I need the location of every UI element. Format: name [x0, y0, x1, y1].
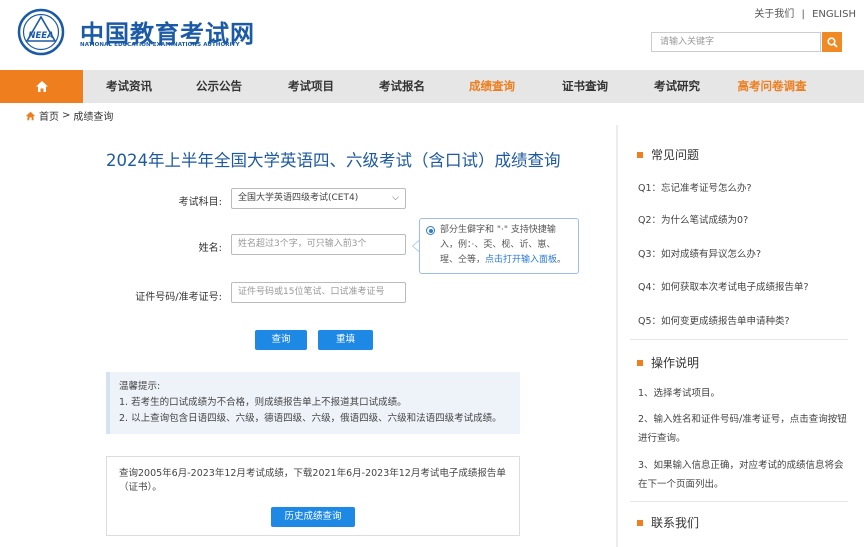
notice-title: 温馨提示:	[119, 381, 161, 392]
nav-item-exam-news[interactable]: 考试资讯	[88, 70, 170, 103]
breadcrumb-home[interactable]: 首页	[39, 108, 59, 123]
faq-item-1[interactable]: Q1：忘记准考证号怎么办?	[638, 180, 752, 194]
open-input-panel-link[interactable]: 点击打开输入面板	[485, 255, 557, 265]
subject-select[interactable]: 全国大学英语四级考试(CET4) ⌵	[231, 188, 406, 209]
guide-step-1: 1、选择考试项目。	[638, 388, 721, 399]
nav-item-certificate-query[interactable]: 证书查询	[544, 70, 626, 103]
neea-logo-icon[interactable]: NEEA	[17, 8, 65, 56]
history-text: 查询2005年6月-2023年12月考试成绩，下载2021年6月-2023年12…	[119, 468, 506, 493]
site-header: NEEA 中国教育考试网 NATIONAL EDUCATION EXAMINAT…	[0, 0, 864, 70]
nav-item-research[interactable]: 考试研究	[636, 70, 718, 103]
english-link[interactable]: ENGLISH	[812, 9, 856, 20]
tip-arrow	[412, 240, 419, 252]
name-label: 姓名:	[198, 243, 222, 254]
home-icon	[35, 81, 48, 92]
input-tip-box: 部分生僻字和 "·" 支持快捷输 入，例：·、奀、枧、䜣、崽、 瑆、仝等，点击打…	[419, 218, 579, 274]
column-divider	[616, 125, 618, 547]
about-link[interactable]: 关于我们	[754, 9, 794, 20]
subject-selected-value: 全国大学英语四级考试(CET4)	[238, 193, 359, 203]
notice-item-1: 1. 若考生的口试成绩为不合格，则成绩报告单上不报道其口试成绩。	[119, 397, 407, 408]
guide-step-2: 2、输入姓名和证件号码/准考证号，点击查询按钮进行查询。	[638, 414, 847, 444]
reset-button[interactable]: 重填	[318, 330, 373, 350]
history-query-button[interactable]: 历史成绩查询	[271, 507, 355, 527]
nav-item-registration[interactable]: 考试报名	[361, 70, 443, 103]
subject-label: 考试科目:	[178, 197, 222, 208]
contact-heading: 联系我们	[637, 514, 699, 531]
home-icon	[25, 111, 36, 120]
sidebar-divider	[630, 501, 848, 502]
bullet-square-icon	[637, 519, 643, 526]
top-links: 关于我们 | ENGLISH	[754, 5, 856, 20]
tip-line-3: 瑆、仝等，点击打开输入面板。	[440, 253, 572, 268]
page-title: 2024年上半年全国大学英语四、六级考试（含口试）成绩查询	[106, 151, 561, 170]
guide-title: 操作说明	[651, 356, 700, 370]
site-name-en: NATIONAL EDUCATION EXAMINATIONS AUTHORIT…	[80, 42, 240, 48]
sidebar-divider	[630, 339, 848, 340]
id-label: 证件号码/准考证号:	[135, 292, 222, 303]
breadcrumb-separator: >	[62, 110, 71, 121]
search-input[interactable]: 请输入关键字	[651, 32, 821, 52]
faq-item-2[interactable]: Q2：为什么笔试成绩为0?	[638, 212, 748, 226]
notice-box: 温馨提示: 1. 若考生的口试成绩为不合格，则成绩报告单上不报道其口试成绩。 2…	[106, 372, 520, 434]
bullet-square-icon	[637, 151, 643, 158]
tip-line-2: 入，例：·、奀、枧、䜣、崽、	[440, 240, 556, 250]
bullet-square-icon	[637, 359, 643, 366]
faq-item-3[interactable]: Q3：如对成绩有异议怎么办?	[638, 246, 761, 260]
search-button[interactable]	[822, 32, 842, 52]
faq-heading: 常见问题	[637, 146, 699, 163]
nav-item-survey[interactable]: 高考问卷调查	[724, 70, 820, 103]
guide-step-3: 3、如果输入信息正确，对应考试的成绩信息将会在下一个页面列出。	[638, 460, 844, 490]
tip-line-1: 部分生僻字和 "·" 支持快捷输	[440, 225, 556, 235]
main-nav: 考试资讯 公示公告 考试项目 考试报名 成绩查询 证书查询 考试研究 高考问卷调…	[0, 70, 864, 103]
chevron-down-icon: ⌵	[392, 193, 399, 203]
top-link-separator: |	[801, 9, 805, 20]
query-button[interactable]: 查询	[255, 330, 307, 350]
faq-item-4[interactable]: Q4：如何获取本次考试电子成绩报告单?	[638, 279, 809, 293]
tip-line-3-end: 。	[557, 255, 567, 265]
svg-text:NEEA: NEEA	[28, 31, 53, 41]
name-input[interactable]: 姓名超过3个字，可只输入前3个	[231, 234, 406, 255]
nav-home[interactable]	[0, 70, 83, 103]
faq-title: 常见问题	[651, 148, 700, 162]
id-number-input[interactable]: 证件号码或15位笔试、口试准考证号	[231, 282, 406, 303]
tip-line-3-text: 瑆、仝等，	[440, 255, 486, 265]
contact-title: 联系我们	[651, 516, 700, 530]
tip-radio-icon[interactable]	[426, 226, 435, 235]
nav-item-exam-projects[interactable]: 考试项目	[270, 70, 352, 103]
notice-item-2: 2. 以上查询包含日语四级、六级，德语四级、六级，俄语四级、六级和法语四级考试成…	[119, 413, 502, 424]
nav-item-announcements[interactable]: 公示公告	[178, 70, 260, 103]
search-icon	[826, 36, 838, 48]
breadcrumb: 首页 > 成绩查询	[25, 108, 113, 123]
faq-item-5[interactable]: Q5：如何变更成绩报告单申请种类?	[638, 313, 790, 327]
breadcrumb-current: 成绩查询	[73, 112, 114, 123]
nav-item-score-query[interactable]: 成绩查询	[451, 70, 533, 103]
guide-heading: 操作说明	[637, 354, 699, 371]
